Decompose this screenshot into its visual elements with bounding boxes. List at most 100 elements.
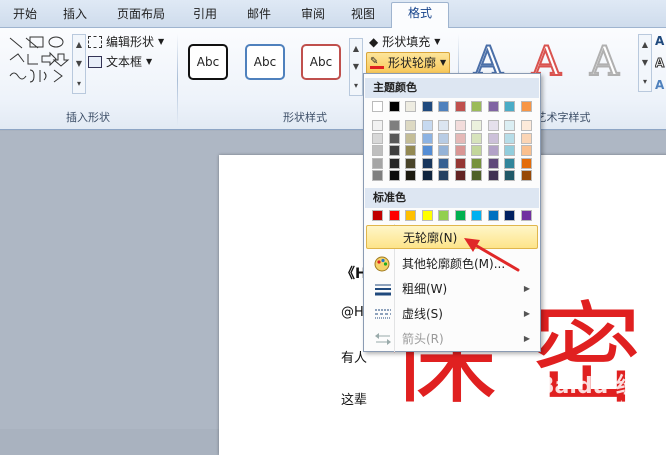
theme-shade-swatch[interactable] — [388, 120, 400, 131]
arrows-icon — [374, 331, 392, 347]
theme-shade-swatch[interactable] — [405, 120, 416, 131]
theme-shade-swatch[interactable] — [454, 120, 466, 131]
tab-view[interactable]: 视图 — [340, 4, 386, 26]
theme-shade-swatch[interactable] — [471, 145, 482, 156]
theme-shade-swatch[interactable] — [487, 120, 499, 131]
theme-shade-swatch[interactable] — [388, 145, 400, 156]
tab-page-layout[interactable]: 页面布局 — [106, 4, 176, 26]
theme-shade-swatch[interactable] — [520, 120, 532, 131]
theme-shade-swatch[interactable] — [372, 132, 383, 144]
theme-shade-swatch[interactable] — [421, 170, 433, 181]
theme-shade-swatch[interactable] — [421, 120, 433, 131]
shape-style-sample-2[interactable]: Abc — [245, 44, 285, 80]
theme-color-swatch[interactable] — [372, 101, 383, 112]
theme-color-swatch[interactable] — [421, 101, 433, 112]
theme-shade-swatch[interactable] — [504, 170, 515, 181]
wordart-gallery-scroll[interactable]: ▲ ▼ ▾ — [638, 34, 652, 92]
line-weight-icon — [374, 281, 392, 297]
standard-color-swatch[interactable] — [388, 210, 400, 221]
theme-shade-swatch[interactable] — [405, 145, 416, 156]
standard-color-swatch[interactable] — [405, 210, 416, 221]
edit-shape-button[interactable]: 编辑形状 ▼ — [88, 32, 164, 52]
standard-color-swatch[interactable] — [471, 210, 482, 221]
theme-shade-swatch[interactable] — [372, 170, 383, 181]
theme-color-swatch[interactable] — [454, 101, 466, 112]
text-effects-icon[interactable]: A — [655, 78, 666, 94]
theme-shade-swatch[interactable] — [438, 170, 449, 181]
dashes-menu-item[interactable]: 虚线(S) ▶ — [366, 302, 538, 326]
theme-shade-swatch[interactable] — [372, 157, 383, 169]
tab-insert[interactable]: 插入 — [52, 4, 98, 26]
theme-shade-swatch[interactable] — [471, 132, 482, 144]
theme-color-swatch[interactable] — [388, 101, 400, 112]
tab-home[interactable]: 开始 — [2, 4, 48, 26]
shape-outline-button[interactable]: ✎ 形状轮廓 ▼ — [366, 52, 451, 74]
text-box-button[interactable]: 文本框 ▼ — [88, 52, 152, 72]
theme-shade-swatch[interactable] — [487, 145, 499, 156]
theme-color-swatch[interactable] — [520, 101, 532, 112]
theme-shade-swatch[interactable] — [421, 145, 433, 156]
theme-shade-swatch[interactable] — [438, 132, 449, 144]
standard-color-swatch[interactable] — [372, 210, 383, 221]
arrows-menu-item[interactable]: 箭头(R) ▶ — [366, 327, 538, 351]
theme-shade-swatch[interactable] — [421, 157, 433, 169]
standard-color-swatch[interactable] — [421, 210, 433, 221]
theme-shade-swatch[interactable] — [454, 145, 466, 156]
theme-color-swatch[interactable] — [487, 101, 499, 112]
shapes-gallery-scroll[interactable]: ▲ ▼ ▾ — [72, 34, 86, 94]
standard-color-swatch[interactable] — [504, 210, 515, 221]
theme-shade-swatch[interactable] — [372, 120, 383, 131]
theme-shade-swatch[interactable] — [471, 157, 482, 169]
tab-references[interactable]: 引用 — [184, 4, 226, 26]
theme-color-swatch[interactable] — [471, 101, 482, 112]
theme-shade-swatch[interactable] — [504, 120, 515, 131]
tab-mailings[interactable]: 邮件 — [236, 4, 282, 26]
theme-shade-swatch[interactable] — [438, 157, 449, 169]
theme-shade-swatch[interactable] — [487, 157, 499, 169]
theme-shade-swatch[interactable] — [438, 120, 449, 131]
theme-shade-swatch[interactable] — [520, 170, 532, 181]
standard-color-swatch[interactable] — [438, 210, 449, 221]
theme-shade-swatch[interactable] — [388, 157, 400, 169]
theme-shade-swatch[interactable] — [520, 145, 532, 156]
theme-shade-swatch[interactable] — [504, 145, 515, 156]
theme-shade-swatch[interactable] — [520, 157, 532, 169]
theme-shade-swatch[interactable] — [405, 157, 416, 169]
theme-shade-swatch[interactable] — [454, 157, 466, 169]
theme-shade-swatch[interactable] — [487, 132, 499, 144]
theme-shade-swatch[interactable] — [405, 132, 416, 144]
theme-shade-swatch[interactable] — [421, 132, 433, 144]
theme-shade-swatch[interactable] — [372, 145, 383, 156]
theme-shade-swatch[interactable] — [487, 170, 499, 181]
theme-shade-swatch[interactable] — [388, 170, 400, 181]
standard-color-swatch[interactable] — [520, 210, 532, 221]
submenu-arrow-icon: ▶ — [523, 309, 530, 318]
shape-style-sample-1[interactable]: Abc — [188, 44, 228, 80]
theme-color-swatch[interactable] — [405, 101, 416, 112]
standard-color-swatch[interactable] — [487, 210, 499, 221]
text-outline-icon[interactable]: A — [655, 56, 666, 72]
theme-shade-swatch[interactable] — [454, 170, 466, 181]
shape-fill-button[interactable]: ◆ 形状填充 ▼ — [369, 32, 440, 52]
theme-shade-swatch[interactable] — [405, 170, 416, 181]
theme-color-swatch[interactable] — [504, 101, 515, 112]
theme-shade-swatch[interactable] — [504, 132, 515, 144]
theme-shade-swatch[interactable] — [388, 132, 400, 144]
theme-color-swatch[interactable] — [438, 101, 449, 112]
gallery-more-icon: ▾ — [76, 78, 81, 88]
theme-shade-swatch[interactable] — [504, 157, 515, 169]
theme-shade-swatch[interactable] — [520, 132, 532, 144]
theme-shade-swatch[interactable] — [454, 132, 466, 144]
standard-color-swatch[interactable] — [454, 210, 466, 221]
wordart-sample-3[interactable]: A — [589, 39, 620, 85]
theme-shade-swatch[interactable] — [438, 145, 449, 156]
shape-style-sample-3[interactable]: Abc — [301, 44, 341, 80]
theme-shade-swatch[interactable] — [471, 120, 482, 131]
line-weight-menu-item[interactable]: 粗细(W) ▶ — [366, 277, 538, 301]
shapes-gallery[interactable] — [4, 34, 70, 96]
text-fill-icon[interactable]: A — [655, 34, 666, 50]
tab-review[interactable]: 审阅 — [290, 4, 336, 26]
tab-format[interactable]: 格式 — [391, 2, 449, 29]
theme-shade-swatch[interactable] — [471, 170, 482, 181]
shape-styles-gallery-scroll[interactable]: ▲ ▼ ▾ — [349, 38, 363, 96]
